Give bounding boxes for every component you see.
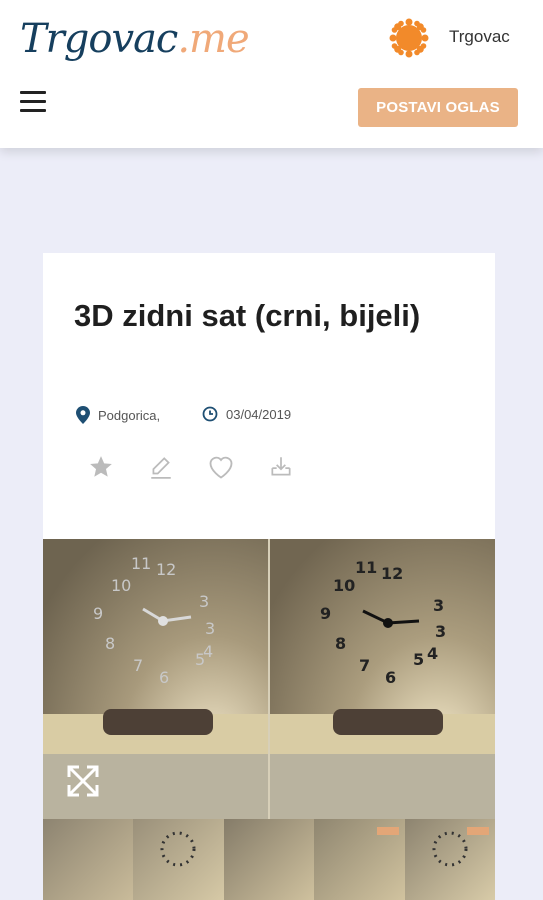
svg-text:3: 3 [199,592,209,611]
listing-date: 03/04/2019 [202,406,291,422]
svg-text:3: 3 [433,596,444,615]
svg-text:6: 6 [159,668,169,687]
logo-main-text: Trgovac [20,16,178,62]
location-text: Podgorica, [98,407,161,423]
map-pin-icon [76,406,90,424]
svg-text:6: 6 [385,668,396,687]
svg-text:10: 10 [333,576,355,595]
svg-text:9: 9 [93,604,103,623]
listing-location: Podgorica, [76,406,160,424]
listing-actions [83,450,299,484]
image-gallery: 12 3 3 10 9 8 765 4 11 12 3 3 10 9 8 765 4 11 [43,539,495,900]
user-avatar[interactable] [386,15,432,61]
thumbnail-image[interactable] [43,819,134,900]
site-logo[interactable]: Trgovac.me [20,16,250,62]
expand-image-icon[interactable] [63,761,103,801]
thumbnail-strip [43,819,495,900]
svg-text:3: 3 [435,622,446,641]
site-header: Trgovac.me Trgovac POSTAVI OGLAS [0,0,543,148]
post-ad-button[interactable]: POSTAVI OGLAS [358,88,518,127]
hamburger-menu-icon[interactable] [20,91,46,113]
edit-icon[interactable] [143,450,179,484]
svg-text:11: 11 [131,554,151,573]
thumbnail-image[interactable] [133,819,224,900]
svg-text:7: 7 [359,656,370,675]
svg-text:8: 8 [335,634,346,653]
main-product-image[interactable]: 12 3 3 10 9 8 765 4 11 12 3 3 10 9 8 765 4 11 [43,539,495,819]
logo-suffix-text: .me [177,16,249,62]
svg-text:9: 9 [320,604,331,623]
svg-text:8: 8 [105,634,115,653]
svg-text:12: 12 [156,560,176,579]
date-text: 03/04/2019 [226,406,292,422]
clock-icon [202,406,218,422]
thumbnail-image[interactable] [404,819,495,900]
favorite-star-icon[interactable] [83,450,119,484]
svg-text:3: 3 [205,619,215,638]
username-label[interactable]: Trgovac [449,27,510,47]
thumbnail-image[interactable] [314,819,405,900]
svg-text:11: 11 [355,558,377,577]
heart-icon[interactable] [203,450,239,484]
download-icon[interactable] [263,450,299,484]
svg-text:4: 4 [203,642,213,661]
listing-title: 3D zidni sat (crni, bijeli) [74,298,421,333]
listing-card: 3D zidni sat (crni, bijeli) Podgorica, 0… [43,253,495,900]
svg-text:12: 12 [381,564,403,583]
svg-text:10: 10 [111,576,131,595]
svg-text:5: 5 [413,650,424,669]
svg-text:7: 7 [133,656,143,675]
thumbnail-image[interactable] [223,819,315,900]
svg-text:4: 4 [427,644,438,663]
